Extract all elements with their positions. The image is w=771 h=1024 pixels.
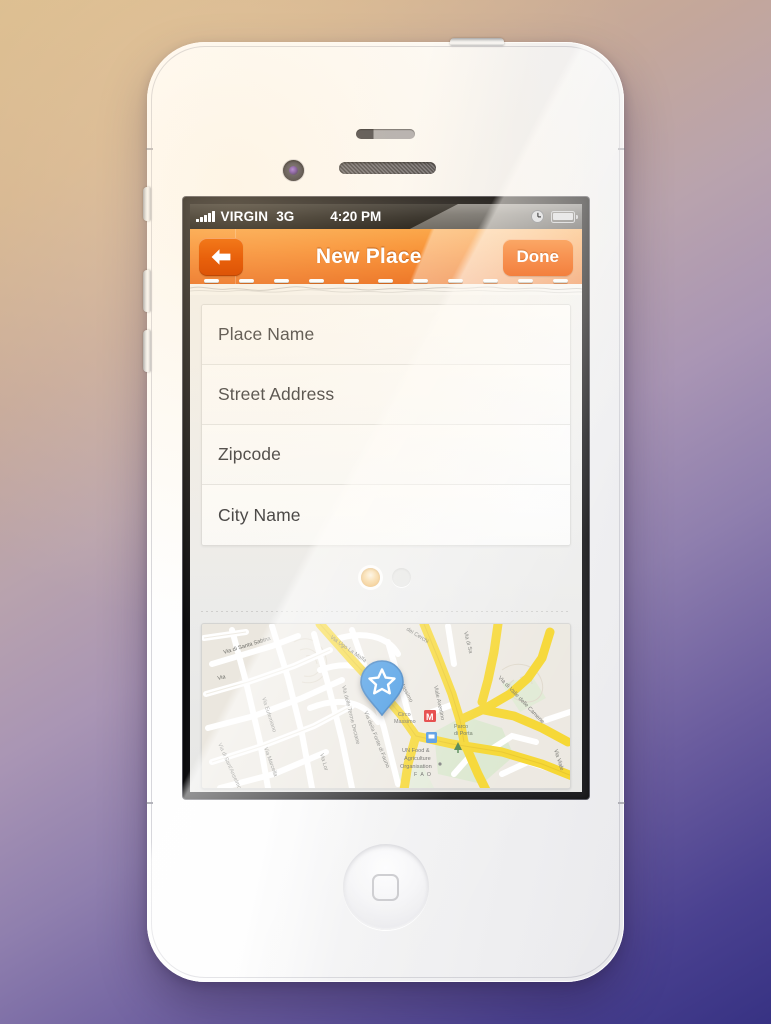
map-label-fao-4: F A O xyxy=(414,772,432,778)
wallpaper-background: VIRGIN 3G 4:20 PM New Place Done Place N… xyxy=(0,0,771,1024)
torn-edge-graphic xyxy=(190,286,582,294)
map-label-fao-3: Organisation xyxy=(400,764,432,770)
antenna-band-right-top xyxy=(618,148,625,150)
map-label-park-1: Parco xyxy=(454,724,468,730)
map-label-park-2: di Porta xyxy=(454,731,473,737)
signal-strength-icon xyxy=(196,211,215,222)
dotted-separator xyxy=(201,611,571,612)
silent-switch[interactable] xyxy=(143,187,151,221)
status-bar-right xyxy=(531,210,582,223)
field-city-name[interactable]: City Name xyxy=(202,485,570,545)
field-label-city-name: City Name xyxy=(218,504,301,525)
place-form-card: Place Name Street Address Zipcode City N… xyxy=(201,304,571,546)
earpiece-speaker xyxy=(339,162,436,174)
power-button[interactable] xyxy=(450,38,504,46)
map-preview[interactable]: Via di Santa Sabina Via Ugo La Malfa Via… xyxy=(201,623,571,789)
perforation-strip xyxy=(190,279,582,283)
carrier-label: VIRGIN xyxy=(220,209,269,224)
field-label-place-name: Place Name xyxy=(218,324,315,344)
clock-icon xyxy=(531,210,544,223)
antenna-band-left-top xyxy=(146,148,153,150)
volume-up-button[interactable] xyxy=(143,270,151,312)
done-button[interactable]: Done xyxy=(502,238,573,276)
pagination-dots xyxy=(201,568,571,587)
status-bar-clock: 4:20 PM xyxy=(330,209,382,224)
field-place-name[interactable]: Place Name xyxy=(202,305,570,365)
network-type-label: 3G xyxy=(276,209,295,224)
page-dot-2[interactable] xyxy=(392,568,411,587)
map-section: Via di Santa Sabina Via Ugo La Malfa Via… xyxy=(190,623,582,789)
map-label-metro-1: Circo xyxy=(398,712,411,718)
status-bar: VIRGIN 3G 4:20 PM xyxy=(190,204,582,229)
field-zipcode[interactable]: Zipcode xyxy=(202,425,570,485)
phone-screen: VIRGIN 3G 4:20 PM New Place Done Place N… xyxy=(190,204,582,792)
page-title: New Place xyxy=(315,245,422,268)
map-graphic: Via di Santa Sabina Via Ugo La Malfa Via… xyxy=(202,624,570,788)
navigation-bar: New Place Done xyxy=(190,229,582,285)
home-button[interactable] xyxy=(342,844,429,930)
form-content-area: Place Name Street Address Zipcode City N… xyxy=(190,295,582,792)
map-label-metro-2: Massimo xyxy=(394,719,416,725)
metro-letter: M xyxy=(426,712,434,722)
back-arrow-icon xyxy=(211,249,231,265)
volume-down-button[interactable] xyxy=(143,330,151,372)
battery-icon xyxy=(551,210,579,223)
smartphone-device: VIRGIN 3G 4:20 PM New Place Done Place N… xyxy=(143,38,625,982)
front-camera xyxy=(283,160,304,181)
proximity-sensor xyxy=(356,129,415,139)
screen-bezel: VIRGIN 3G 4:20 PM New Place Done Place N… xyxy=(183,197,589,799)
home-square-icon xyxy=(372,873,399,901)
map-label-fao-2: Agriculture xyxy=(404,756,431,762)
status-bar-left: VIRGIN 3G xyxy=(190,209,294,224)
antenna-band-right-bottom xyxy=(618,802,625,804)
field-street-address[interactable]: Street Address xyxy=(202,365,570,425)
antenna-band-left-bottom xyxy=(146,802,153,804)
field-label-street-address: Street Address xyxy=(218,384,335,404)
page-dot-1[interactable] xyxy=(361,568,380,587)
field-label-zipcode: Zipcode xyxy=(218,444,281,464)
map-label-fao-1: UN Food & xyxy=(402,748,430,754)
torn-paper-edge xyxy=(190,284,582,295)
